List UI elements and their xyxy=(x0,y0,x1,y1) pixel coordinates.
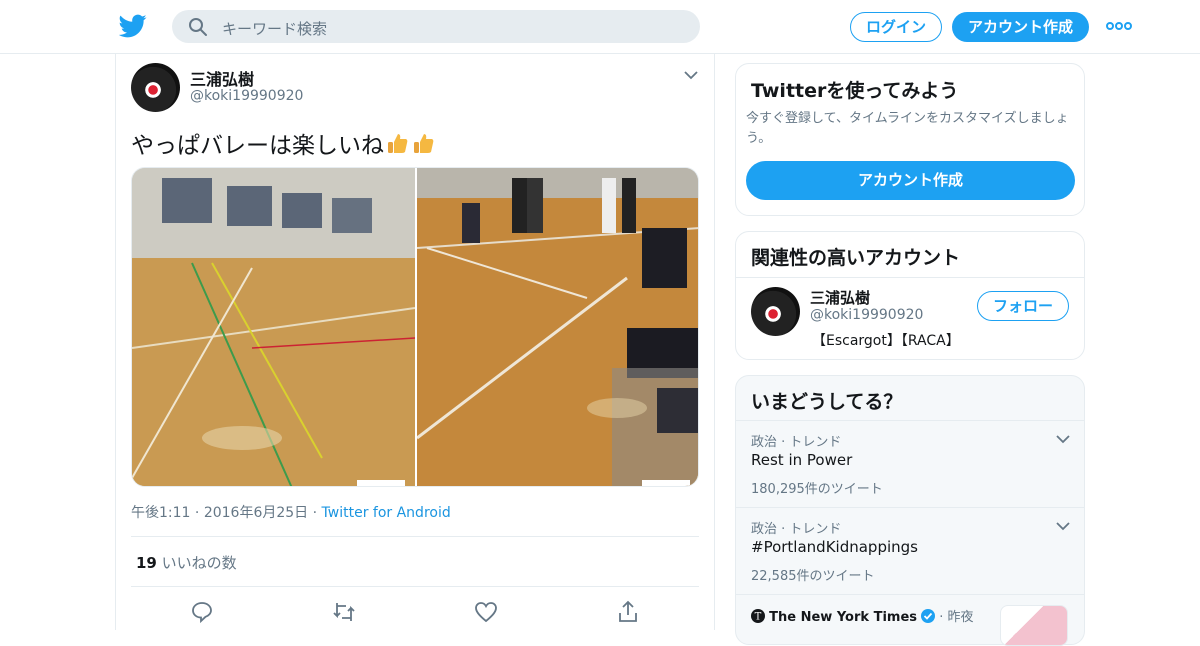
reply-icon[interactable] xyxy=(190,600,214,624)
news-source-logo-icon: T xyxy=(751,609,765,623)
tweet-time[interactable]: 午後1:11 xyxy=(131,505,190,521)
share-icon[interactable] xyxy=(616,600,640,624)
related-account-bio: 【Escargot】【RACA】 xyxy=(812,333,960,349)
trend-count: 22,585件のツイート xyxy=(751,569,875,584)
author-handle[interactable]: @koki19990920 xyxy=(190,88,303,104)
tweet-text-body: やっぱバレーは楽しいね xyxy=(131,133,384,159)
verified-badge-icon xyxy=(921,609,936,623)
related-accounts-title: 関連性の高いアカウント xyxy=(751,247,961,269)
photo-gym-2-art xyxy=(417,168,698,486)
likes-count: 19 xyxy=(136,554,157,572)
trend-name[interactable]: #PortlandKidnappings xyxy=(751,538,918,556)
thumbs-up-icon xyxy=(388,134,408,153)
tweet-text: やっぱバレーは楽しいね xyxy=(131,126,436,160)
divider xyxy=(131,536,699,537)
thumbs-up-icon xyxy=(414,134,434,153)
trends-title: いまどうしてる？ xyxy=(751,391,903,413)
trend-category: 政治 · トレンド xyxy=(751,522,842,537)
signup-card: Twitterを使ってみよう 今すぐ登録して、タイムラインをカスタマイズしましょ… xyxy=(735,63,1085,216)
heart-icon[interactable] xyxy=(474,600,498,624)
photo-gym-1-art xyxy=(132,168,415,486)
search-icon xyxy=(189,18,207,36)
tweet-source[interactable]: Twitter for Android xyxy=(322,505,451,521)
signup-button[interactable]: アカウント作成 xyxy=(952,12,1089,42)
trend-category: 政治 · トレンド xyxy=(751,435,842,450)
news-thumbnail[interactable] xyxy=(1000,605,1068,646)
trend-item[interactable]: 政治 · トレンド #PortlandKidnappings 22,585件のツ… xyxy=(736,508,1084,595)
chevron-down-icon[interactable] xyxy=(1056,434,1070,444)
chevron-down-icon[interactable] xyxy=(1056,521,1070,531)
related-accounts-card: 関連性の高いアカウント 三浦弘樹 @koki19990920 【Escargot… xyxy=(735,231,1085,360)
top-bar: キーワード検索 ログイン アカウント作成 xyxy=(0,0,1200,54)
retweet-icon[interactable] xyxy=(332,600,356,624)
tweet-meta: 午後1:11 · 2016年6月25日 · Twitter for Androi… xyxy=(131,505,451,521)
chevron-down-icon[interactable] xyxy=(684,70,698,80)
search-input[interactable]: キーワード検索 xyxy=(222,18,327,39)
related-account-name[interactable]: 三浦弘樹 xyxy=(810,287,870,308)
news-item[interactable]: T The New York Times · 昨夜 xyxy=(751,606,974,625)
related-account-handle[interactable]: @koki19990920 xyxy=(810,307,923,323)
tweet-date[interactable]: 2016年6月25日 xyxy=(204,505,308,521)
follow-button[interactable]: フォロー xyxy=(977,291,1069,321)
divider xyxy=(131,586,699,587)
search-bar[interactable]: キーワード検索 xyxy=(172,10,700,43)
tweet-media[interactable] xyxy=(131,167,699,487)
author-name[interactable]: 三浦弘樹 xyxy=(190,66,254,90)
trend-count: 180,295件のツイート xyxy=(751,482,883,497)
svg-text:T: T xyxy=(755,612,762,623)
divider xyxy=(736,277,1084,278)
signup-card-title: Twitterを使ってみよう xyxy=(751,80,959,102)
twitter-bird-icon[interactable] xyxy=(119,12,147,40)
photo-gym-1[interactable] xyxy=(132,168,415,486)
signup-card-desc: 今すぐ登録して、タイムラインをカスタマイズしましょう。 xyxy=(746,111,1069,146)
news-time: 昨夜 xyxy=(947,610,974,625)
avatar[interactable] xyxy=(131,63,180,112)
photo-gym-2[interactable] xyxy=(417,168,698,486)
trend-item[interactable]: 政治 · トレンド Rest in Power 180,295件のツイート xyxy=(736,421,1084,508)
news-source[interactable]: The New York Times xyxy=(769,610,917,625)
avatar[interactable] xyxy=(751,287,800,336)
trend-name[interactable]: Rest in Power xyxy=(751,451,852,469)
likes-label: いいねの数 xyxy=(161,554,237,572)
likes-stat[interactable]: 19 いいねの数 xyxy=(136,552,237,573)
login-button[interactable]: ログイン xyxy=(850,12,942,42)
more-icon[interactable] xyxy=(1106,20,1132,32)
create-account-button[interactable]: アカウント作成 xyxy=(746,161,1075,200)
trends-card: いまどうしてる？ 政治 · トレンド Rest in Power 180,295… xyxy=(735,375,1085,646)
